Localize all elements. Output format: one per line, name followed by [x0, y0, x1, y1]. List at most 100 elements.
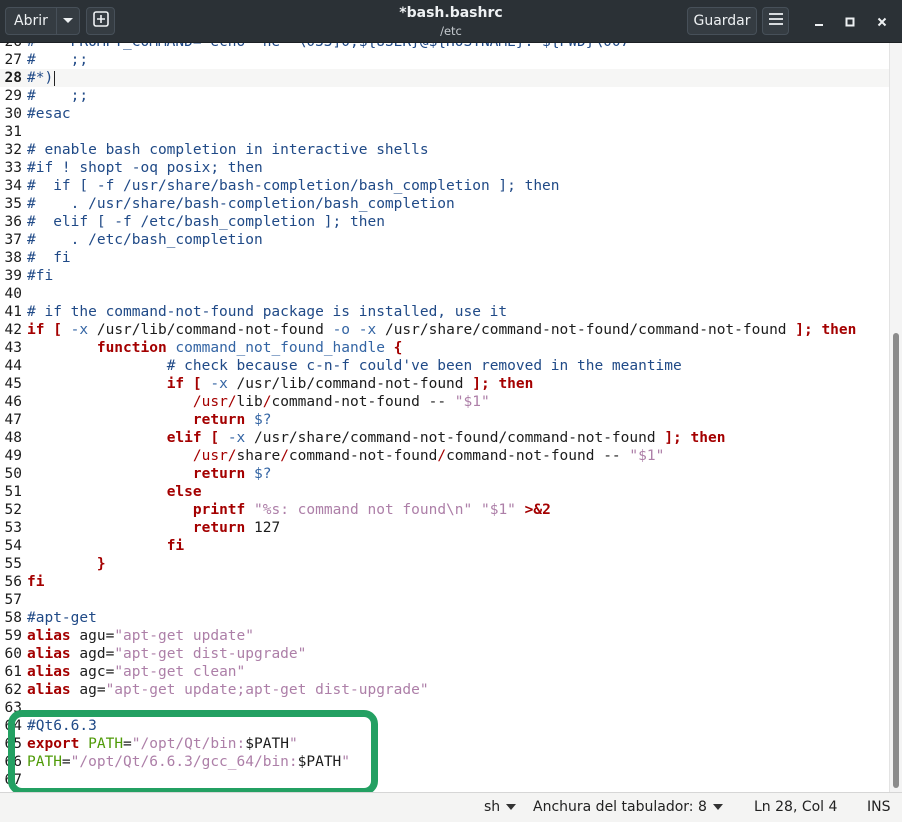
token-plain: command-not-found -- [271, 394, 455, 410]
code-text: /usr/lib/command-not-found -- "$1" [27, 393, 490, 411]
code-line[interactable]: 66 PATH="/opt/Qt/6.6.3/gcc_64/bin:$PATH" [0, 753, 889, 771]
code-line[interactable]: 45 if [ -x /usr/lib/command-not-found ];… [0, 375, 889, 393]
maximize-button[interactable] [841, 12, 859, 30]
token-kw: ]; then [795, 322, 857, 338]
code-text: PATH="/opt/Qt/6.6.3/gcc_64/bin:$PATH" [27, 753, 350, 771]
token-plain: agd= [70, 646, 115, 662]
tab-width-selector[interactable]: Anchura del tabulador: 8 [533, 799, 723, 815]
cursor-position[interactable]: Ln 28, Col 4 [754, 799, 837, 815]
code-line[interactable]: 35 # . /usr/share/bash-completion/bash_co… [0, 195, 889, 213]
token-str: "/opt/Qt/6.6.3/gcc_64/bin: [70, 754, 298, 770]
token-plain: /usr/lib/command-not-found [88, 322, 333, 338]
code-line[interactable]: 48 elif [ -x /usr/share/command-not-foun… [0, 429, 889, 447]
close-button[interactable] [873, 12, 891, 30]
code-line[interactable]: 31 [0, 123, 889, 141]
token-kw: fi [27, 574, 45, 590]
code-text: function command_not_found_handle { [27, 339, 403, 357]
text-editor[interactable]: 26 # PROMPT_COMMAND='echo -ne "\033]0;${U… [0, 43, 889, 792]
code-line[interactable]: 26 # PROMPT_COMMAND='echo -ne "\033]0;${U… [0, 43, 889, 51]
line-number: 59 [4, 628, 22, 644]
code-line[interactable]: 42 if [ -x /usr/lib/command-not-found -o … [0, 321, 889, 339]
code-line[interactable]: 29 # ;; [0, 87, 889, 105]
token-op: -x [227, 430, 246, 446]
token-path: / [280, 448, 289, 464]
code-line[interactable]: 59 alias agu="apt-get update" [0, 627, 889, 645]
code-line[interactable]: 58 #apt-get [0, 609, 889, 627]
token-kw: alias [27, 646, 71, 662]
token-kw: return [192, 466, 246, 482]
line-number: 43 [4, 340, 22, 356]
line-number: 40 [4, 286, 22, 302]
code-line[interactable]: 39 #fi [0, 267, 889, 285]
line-number: 45 [4, 376, 22, 392]
code-text: # . /usr/share/bash-completion/bash_comp… [27, 195, 455, 213]
token-plain: = [123, 736, 132, 752]
line-number: 41 [4, 304, 22, 320]
code-line[interactable]: 41 # if the command-not-found package is … [0, 303, 889, 321]
code-line[interactable]: 28 #*) [0, 69, 889, 87]
code-line[interactable]: 38 # fi [0, 249, 889, 267]
line-number: 27 [4, 52, 22, 68]
code-line[interactable]: 55 } [0, 555, 889, 573]
token-kw: return [192, 520, 246, 536]
code-line[interactable]: 34 # if [ -f /usr/share/bash-completion/b… [0, 177, 889, 195]
code-line[interactable]: 64 #Qt6.6.3 [0, 717, 889, 735]
code-line[interactable]: 32 # enable bash completion in interactiv… [0, 141, 889, 159]
code-text: # elif [ -f /etc/bash_completion ]; then [27, 213, 385, 231]
code-line[interactable]: 37 # . /etc/bash_completion [0, 231, 889, 249]
token-plain: 127 [245, 520, 281, 536]
code-line[interactable]: 33 #if ! shopt -oq posix; then [0, 159, 889, 177]
save-button[interactable]: Guardar [687, 7, 757, 35]
code-line[interactable]: 36 # elif [ -f /etc/bash_completion ]; th… [0, 213, 889, 231]
token-comment: # ;; [27, 88, 89, 104]
language-dropdown-icon [506, 804, 517, 810]
line-number: 54 [4, 538, 22, 554]
line-number: 62 [4, 682, 22, 698]
code-text: fi [27, 537, 184, 555]
code-line[interactable]: 57 [0, 591, 889, 609]
code-line[interactable]: 61 alias agc="apt-get clean" [0, 663, 889, 681]
token-str: " [341, 754, 351, 770]
code-line[interactable]: 40 [0, 285, 889, 303]
code-line[interactable]: 53 return 127 [0, 519, 889, 537]
line-number: 52 [4, 502, 22, 518]
code-line[interactable]: 49 /usr/share/command-not-found/command-… [0, 447, 889, 465]
token-str: "apt-get clean" [114, 664, 246, 680]
code-line[interactable]: 65 export PATH="/opt/Qt/bin:$PATH" [0, 735, 889, 753]
language-selector[interactable]: sh [484, 799, 517, 815]
minimize-button[interactable] [810, 12, 828, 30]
token-kw: export [27, 736, 80, 752]
code-line[interactable]: 54 fi [0, 537, 889, 555]
line-number: 48 [4, 430, 22, 446]
code-line[interactable]: 50 return $? [0, 465, 889, 483]
code-line[interactable]: 46 /usr/lib/command-not-found -- "$1" [0, 393, 889, 411]
code-line[interactable]: 67 [0, 771, 889, 789]
line-number: 37 [4, 232, 22, 248]
code-line[interactable]: 62 alias ag="apt-get update;apt-get dist-… [0, 681, 889, 699]
code-text: alias agd="apt-get dist-upgrade" [27, 645, 306, 663]
scrollbar-thumb[interactable] [893, 333, 899, 788]
code-line[interactable]: 47 return $? [0, 411, 889, 429]
code-text: } [27, 555, 106, 573]
code-line[interactable]: 43 function command_not_found_handle { [0, 339, 889, 357]
code-line[interactable]: 51 else [0, 483, 889, 501]
token-kw: return [192, 412, 246, 428]
line-number: 29 [4, 88, 22, 104]
token-str: "apt-get update" [114, 628, 254, 644]
code-line[interactable]: 63 [0, 699, 889, 717]
code-line[interactable]: 27 # ;; [0, 51, 889, 69]
main-menu-button[interactable] [762, 7, 789, 35]
code-line[interactable]: 30 #esac [0, 105, 889, 123]
token-plain: agu= [70, 628, 115, 644]
code-line[interactable]: 44 # check because c-n-f could've been r… [0, 357, 889, 375]
token-kw: if [ [27, 322, 62, 338]
code-line[interactable]: 52 printf "%s: command not found\n" "$1"… [0, 501, 889, 519]
code-line[interactable]: 60 alias agd="apt-get dist-upgrade" [0, 645, 889, 663]
vertical-scrollbar[interactable] [889, 43, 902, 792]
code-line[interactable]: 56 fi [0, 573, 889, 591]
